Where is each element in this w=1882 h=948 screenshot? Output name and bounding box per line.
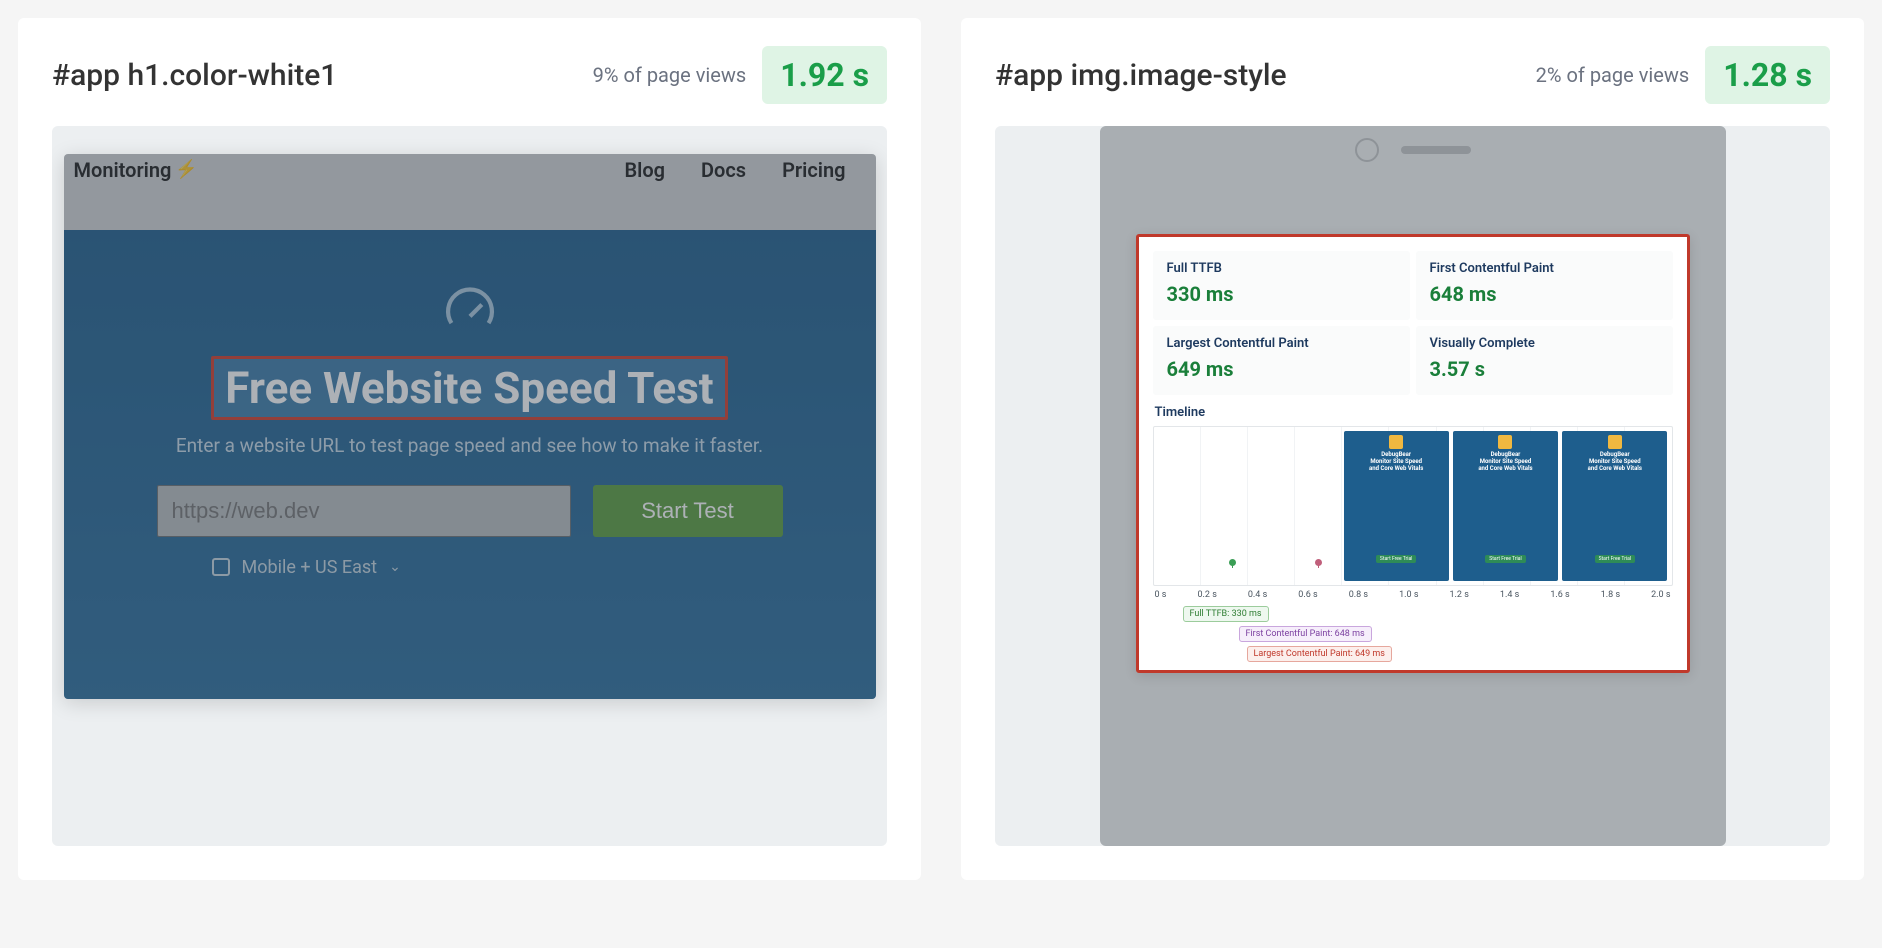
nav-link: Docs (701, 158, 746, 182)
timeline-marker-lcp (1318, 562, 1319, 568)
shield-icon (1498, 435, 1512, 449)
page-views-percent: 2% of page views (1536, 63, 1690, 87)
thumb-line: and Core Web Vitals (1588, 465, 1642, 472)
tick-label: 1.6 s (1550, 590, 1569, 600)
timeline-strip: DebugBear Monitor Site Speed and Core We… (1153, 426, 1673, 586)
metric-label: Visually Complete (1430, 336, 1659, 351)
thumb-line: and Core Web Vitals (1478, 465, 1532, 472)
preview-pane: Monitoring ⚡ Blog Docs Pricing (52, 126, 887, 846)
timeline-marker-ttfb (1232, 562, 1233, 568)
timeline-heading: Timeline (1155, 405, 1671, 420)
tick-label: 1.2 s (1450, 590, 1469, 600)
thumb-line: and Core Web Vitals (1369, 465, 1423, 472)
hero-title-text: Free Website Speed Test (225, 362, 713, 414)
thumb-cta: Start Free Trial (1376, 555, 1416, 563)
tick-label: 2.0 s (1651, 590, 1670, 600)
checkbox-icon (212, 558, 230, 576)
metric-value: 648 ms (1430, 282, 1659, 306)
shield-icon (1608, 435, 1622, 449)
camera-icon (1355, 138, 1379, 162)
timeline-ticks: 0 s 0.2 s 0.4 s 0.6 s 0.8 s 1.0 s 1.2 s … (1153, 590, 1673, 600)
metrics-grid: Full TTFB 330 ms First Contentful Paint … (1153, 251, 1673, 395)
speaker-icon (1401, 146, 1471, 154)
metric-tile: Full TTFB 330 ms (1153, 251, 1410, 320)
nav-link: Pricing (782, 158, 845, 182)
marker-ttfb: Full TTFB: 330 ms (1183, 606, 1269, 622)
timing-badge: 1.92 s (762, 46, 887, 104)
card-header: #app h1.color-white1 9% of page views 1.… (52, 46, 887, 104)
metrics-card-highlighted: Full TTFB 330 ms First Contentful Paint … (1136, 234, 1690, 673)
metric-value: 3.57 s (1430, 357, 1659, 381)
card-header: #app img.image-style 2% of page views 1.… (995, 46, 1830, 104)
element-selector: #app h1.color-white1 (52, 58, 593, 93)
tick-label: 0 s (1155, 590, 1167, 600)
tick-label: 1.8 s (1601, 590, 1620, 600)
timeline-thumb: DebugBear Monitor Site Speed and Core We… (1562, 431, 1667, 581)
timeline-thumb: DebugBear Monitor Site Speed and Core We… (1344, 431, 1449, 581)
bolt-icon: ⚡ (175, 159, 197, 180)
page-views-percent: 9% of page views (593, 63, 747, 87)
thumb-cta: Start Free Trial (1485, 555, 1525, 563)
hero-form: Start Test (157, 485, 783, 537)
thumb-brand: DebugBear (1491, 451, 1521, 458)
element-selector: #app img.image-style (995, 58, 1536, 93)
metric-value: 330 ms (1167, 282, 1396, 306)
marker-fcp: First Contentful Paint: 648 ms (1239, 626, 1372, 642)
hero-title-highlighted: Free Website Speed Test (219, 362, 719, 414)
nav-link: Blog (624, 158, 665, 182)
lcp-element-card[interactable]: #app img.image-style 2% of page views 1.… (961, 18, 1864, 880)
shield-icon (1389, 435, 1403, 449)
metric-label: First Contentful Paint (1430, 261, 1659, 276)
lcp-element-card[interactable]: #app h1.color-white1 9% of page views 1.… (18, 18, 921, 880)
timeline-thumb: DebugBear Monitor Site Speed and Core We… (1453, 431, 1558, 581)
chevron-down-icon: ⌄ (389, 559, 401, 575)
tick-label: 1.0 s (1399, 590, 1418, 600)
preview-screenshot: Monitoring ⚡ Blog Docs Pricing (64, 154, 876, 699)
url-input[interactable] (157, 485, 571, 537)
metric-label: Largest Contentful Paint (1167, 336, 1396, 351)
mock-hero: Free Website Speed Test Enter a website … (64, 230, 876, 699)
thumb-line: Monitor Site Speed (1480, 458, 1532, 465)
gauge-icon (443, 286, 497, 344)
options-label: Mobile + US East (242, 557, 378, 578)
tick-label: 0.8 s (1349, 590, 1368, 600)
metric-label: Full TTFB (1167, 261, 1396, 276)
timeline-thumbnails: DebugBear Monitor Site Speed and Core We… (1344, 431, 1668, 581)
start-test-button[interactable]: Start Test (593, 485, 783, 537)
tick-label: 0.4 s (1248, 590, 1267, 600)
test-options[interactable]: Mobile + US East ⌄ (212, 557, 401, 578)
preview-pane: Full TTFB 330 ms First Contentful Paint … (995, 126, 1830, 846)
metric-tile: First Contentful Paint 648 ms (1416, 251, 1673, 320)
tick-label: 0.2 s (1197, 590, 1216, 600)
marker-lcp: Largest Contentful Paint: 649 ms (1247, 646, 1392, 662)
thumb-brand: DebugBear (1381, 451, 1411, 458)
thumb-brand: DebugBear (1600, 451, 1630, 458)
metric-tile: Visually Complete 3.57 s (1416, 326, 1673, 395)
card-row: #app h1.color-white1 9% of page views 1.… (18, 18, 1864, 880)
tick-label: 0.6 s (1298, 590, 1317, 600)
timing-badge: 1.28 s (1705, 46, 1830, 104)
device-frame: Full TTFB 330 ms First Contentful Paint … (1100, 126, 1726, 846)
metric-tile: Largest Contentful Paint 649 ms (1153, 326, 1410, 395)
hero-subtitle: Enter a website URL to test page speed a… (176, 434, 763, 457)
metric-value: 649 ms (1167, 357, 1396, 381)
nav-brand: Monitoring (74, 158, 172, 182)
device-notch (1355, 138, 1471, 162)
tick-label: 1.4 s (1500, 590, 1519, 600)
thumb-line: Monitor Site Speed (1370, 458, 1422, 465)
timeline-marker-labels: Full TTFB: 330 ms First Contentful Paint… (1153, 606, 1673, 662)
thumb-line: Monitor Site Speed (1589, 458, 1641, 465)
mock-navbar: Monitoring ⚡ Blog Docs Pricing (64, 154, 876, 230)
thumb-cta: Start Free Trial (1595, 555, 1635, 563)
